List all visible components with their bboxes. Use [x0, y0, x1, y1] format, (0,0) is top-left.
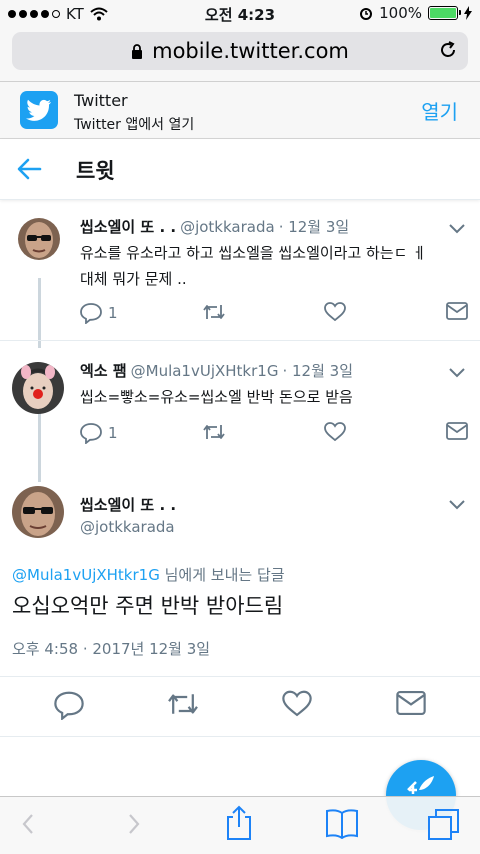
reply-context: @Mula1vUjXHtkr1G 님에게 보내는 답글	[12, 564, 285, 585]
retweet-icon	[203, 425, 225, 439]
envelope-icon	[396, 691, 426, 715]
back-icon[interactable]	[18, 809, 38, 843]
bookmarks-icon[interactable]	[324, 807, 360, 843]
battery-percent: 100%	[379, 4, 422, 22]
divider	[0, 340, 480, 341]
tweet-actions: 1	[80, 422, 470, 448]
reply-icon	[54, 691, 84, 721]
app-subtitle: Twitter 앱에서 열기	[74, 117, 195, 133]
tweet-author-name[interactable]: 씹소엘이 또 . .	[80, 494, 176, 515]
retweet-button[interactable]	[202, 422, 226, 442]
url-text: mobile.twitter.com	[152, 39, 349, 63]
chevron-down-icon[interactable]	[448, 364, 466, 383]
reply-context-label: 님에게 보내는 답글	[159, 566, 285, 584]
reply-button[interactable]: 1	[80, 302, 118, 324]
like-button[interactable]	[324, 422, 346, 442]
retweet-icon	[203, 305, 225, 319]
chevron-down-icon[interactable]	[448, 496, 466, 515]
tweet-author-handle[interactable]: @jotkkarada	[180, 218, 275, 236]
envelope-icon	[446, 422, 468, 440]
reply-icon	[80, 303, 102, 324]
tweet-text: 오십오억만 주면 반박 받아드림	[12, 594, 284, 618]
avatar[interactable]	[12, 486, 64, 538]
tweet-text-line: 씹소=빻소=유소=씹소엘 반박 돈으로 받음	[80, 388, 353, 406]
page-header: 트윗	[0, 139, 480, 200]
like-button[interactable]	[324, 302, 346, 322]
focused-tweet-actions	[0, 690, 480, 726]
heart-icon	[324, 422, 346, 442]
tweet-timestamp[interactable]: 오후 4:58 · 2017년 12월 3일	[12, 638, 210, 659]
divider	[0, 736, 480, 737]
tweet-text-line: 유소를 유소라고 하고 씹소엘을 씹소엘이라고 하는ㄷ ㅔ	[80, 244, 427, 262]
tweet-text-line: 대체 뭐가 문제 ..	[80, 270, 187, 288]
tweet-date[interactable]: · 12월 3일	[279, 216, 350, 237]
status-bar: KT 오전 4:23 100%	[0, 0, 480, 28]
alarm-icon	[360, 8, 373, 20]
message-button[interactable]	[446, 302, 468, 320]
tweet-author-name[interactable]: 엑소 팸	[80, 360, 127, 381]
heart-icon	[324, 302, 346, 322]
app-name: Twitter	[74, 91, 128, 110]
url-bar[interactable]: mobile.twitter.com	[12, 32, 468, 70]
browser-address-area: mobile.twitter.com	[0, 28, 480, 82]
charging-icon	[464, 6, 472, 20]
heart-icon	[282, 690, 312, 717]
tweet-author-handle[interactable]: @jotkkarada	[80, 518, 175, 536]
app-banner: Twitter Twitter 앱에서 열기 열기	[0, 82, 480, 139]
tweet-author-handle[interactable]: @Mula1vUjXHtkr1G	[131, 362, 279, 380]
retweet-button[interactable]	[166, 690, 200, 722]
reply-button[interactable]: 1	[80, 422, 118, 444]
avatar[interactable]	[12, 362, 64, 414]
tweet-author-name[interactable]: 씹소엘이 또 . .	[80, 216, 176, 237]
like-button[interactable]	[282, 690, 312, 722]
battery-icon	[428, 6, 461, 20]
compose-feather-icon	[407, 776, 434, 794]
share-icon[interactable]	[224, 805, 254, 845]
browser-toolbar	[0, 796, 480, 854]
chevron-down-icon[interactable]	[448, 220, 466, 239]
tabs-icon[interactable]	[426, 807, 462, 845]
thread-line	[38, 412, 41, 482]
tweet-actions: 1	[80, 302, 470, 328]
back-arrow-icon[interactable]	[16, 157, 42, 185]
twitter-logo-icon	[20, 91, 58, 129]
avatar[interactable]	[18, 218, 60, 260]
message-button[interactable]	[396, 690, 426, 720]
divider	[0, 676, 480, 677]
lock-icon	[131, 43, 143, 59]
reply-mention-link[interactable]: @Mula1vUjXHtkr1G	[12, 566, 160, 584]
tweet-date[interactable]: · 12월 3일	[282, 360, 353, 381]
thread-line	[38, 278, 41, 348]
envelope-icon	[446, 302, 468, 320]
message-button[interactable]	[446, 422, 468, 440]
retweet-button[interactable]	[202, 302, 226, 322]
reply-count: 1	[108, 424, 118, 442]
reply-button[interactable]	[54, 690, 84, 724]
retweet-icon	[168, 694, 198, 714]
reply-icon	[80, 423, 102, 444]
open-app-button[interactable]: 열기	[421, 96, 458, 125]
page-title: 트윗	[76, 159, 115, 183]
forward-icon[interactable]	[124, 809, 144, 843]
reload-icon[interactable]	[438, 40, 458, 65]
reply-count: 1	[108, 304, 118, 322]
